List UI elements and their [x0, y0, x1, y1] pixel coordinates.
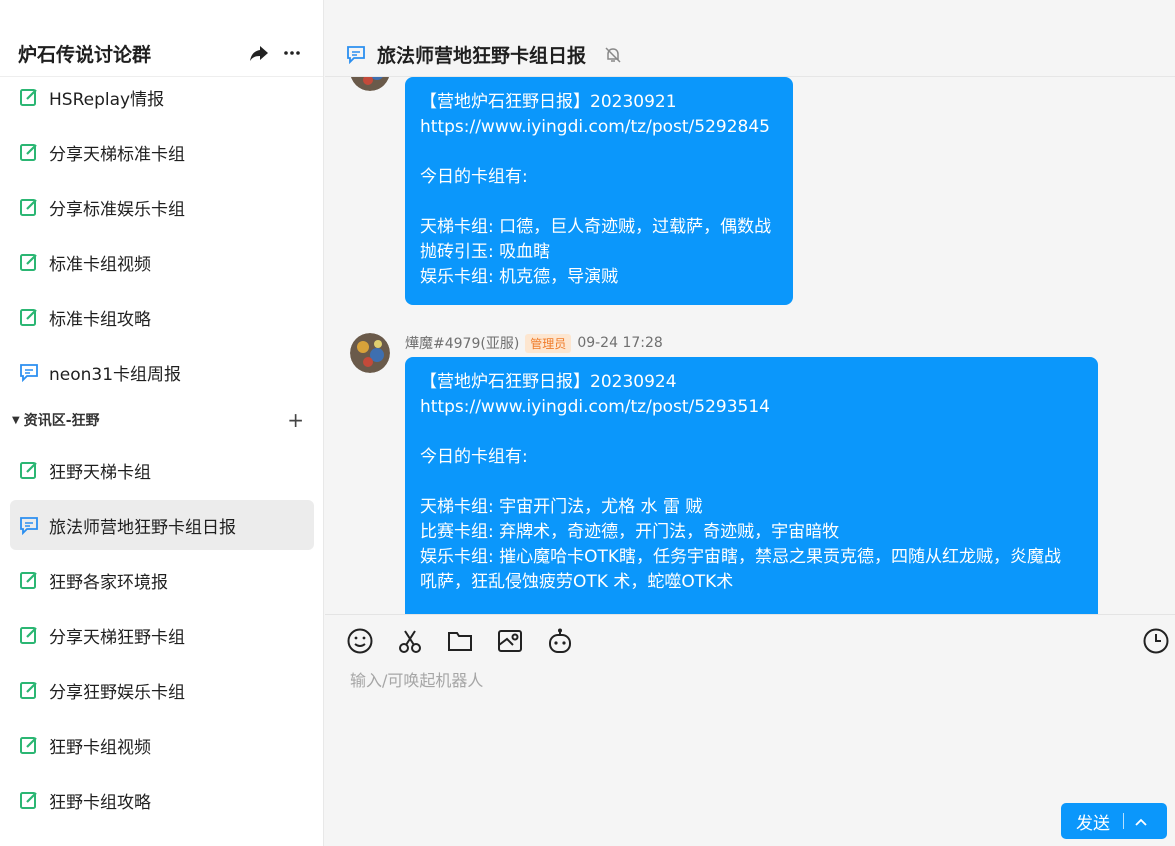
section-wild-news[interactable]: ▼ 资讯区-狂野 +: [10, 408, 314, 432]
channel-label: neon31卡组周报: [49, 364, 182, 385]
robot-icon[interactable]: [546, 627, 574, 655]
channel-wild-meta-report[interactable]: 狂野各家环境报: [10, 555, 314, 605]
more-icon[interactable]: [281, 42, 303, 64]
divider: [1123, 813, 1124, 829]
channel-standard-video[interactable]: 标准卡组视频: [10, 237, 314, 287]
note-edit-icon: [19, 197, 39, 217]
scissors-icon[interactable]: [396, 627, 424, 655]
note-edit-icon: [19, 87, 39, 107]
send-label: 发送: [1076, 813, 1110, 834]
emoji-icon[interactable]: [346, 627, 374, 655]
channel-label: 分享天梯狂野卡组: [49, 627, 185, 648]
avatar[interactable]: [350, 333, 390, 373]
channel-label: 标准卡组攻略: [49, 309, 151, 330]
composer: 输入/可唤起机器人 发送: [325, 614, 1175, 846]
channel-hsreplay[interactable]: HSReplay情报: [10, 72, 314, 122]
channel-label: 狂野卡组视频: [49, 737, 151, 758]
channel-wild-video[interactable]: 狂野卡组视频: [10, 720, 314, 770]
note-edit-icon: [19, 680, 39, 700]
message-list[interactable]: 【营地炉石狂野日报】20230921 https://www.iyingdi.c…: [325, 77, 1175, 614]
message-bubble[interactable]: 【营地炉石狂野日报】20230921 https://www.iyingdi.c…: [405, 77, 793, 305]
clock-icon[interactable]: [1142, 627, 1170, 655]
channel-share-wild-fun[interactable]: 分享狂野娱乐卡组: [10, 665, 314, 715]
message-time: 09-24 17:28: [577, 335, 663, 351]
caret-down-icon: ▼: [12, 414, 20, 426]
message-bubble[interactable]: 【营地炉石狂野日报】20230924 https://www.iyingdi.c…: [405, 357, 1098, 614]
note-edit-icon: [19, 735, 39, 755]
chat-main: 旅法师营地狂野卡组日报 【营地炉石狂野日报】20230921 https://w…: [325, 0, 1175, 846]
channel-wild-ladder[interactable]: 狂野天梯卡组: [10, 445, 314, 495]
channel-label: 狂野卡组攻略: [49, 792, 151, 813]
chat-icon: [346, 44, 366, 65]
channel-wild-guide[interactable]: 狂野卡组攻略: [10, 775, 314, 825]
sidebar-header: 炉石传说讨论群: [0, 0, 323, 77]
message-meta: 燁魔#4979(亚服) 管理员 09-24 17:28: [405, 333, 663, 353]
bell-muted-icon[interactable]: [603, 45, 623, 65]
chat-icon: [19, 515, 39, 535]
channel-standard-guide[interactable]: 标准卡组攻略: [10, 292, 314, 342]
channel-label: 分享狂野娱乐卡组: [49, 682, 185, 703]
note-edit-icon: [19, 460, 39, 480]
chevron-up-icon[interactable]: [1134, 814, 1148, 828]
message-input[interactable]: 输入/可唤起机器人: [350, 667, 483, 691]
channel-title: 旅法师营地狂野卡组日报: [377, 45, 587, 67]
channel-wild-daily-active[interactable]: 旅法师营地狂野卡组日报: [10, 500, 314, 550]
channel-share-standard-ladder[interactable]: 分享天梯标准卡组: [10, 127, 314, 177]
note-edit-icon: [19, 570, 39, 590]
sidebar: 炉石传说讨论群 HSReplay情报 分享天梯标准卡组 分享标准娱乐卡组 标准卡…: [0, 0, 324, 846]
group-title: 炉石传说讨论群: [18, 44, 152, 66]
image-icon[interactable]: [496, 627, 524, 655]
channel-label: 狂野各家环境报: [49, 572, 168, 593]
channel-neon31-weekly[interactable]: neon31卡组周报: [10, 347, 314, 397]
section-label: 资讯区-狂野: [23, 413, 100, 429]
chat-header: 旅法师营地狂野卡组日报: [325, 0, 1175, 77]
channel-label: 旅法师营地狂野卡组日报: [49, 517, 236, 538]
channel-share-standard-fun[interactable]: 分享标准娱乐卡组: [10, 182, 314, 232]
channel-label: 狂野天梯卡组: [49, 462, 151, 483]
channel-label: HSReplay情报: [49, 89, 165, 110]
send-button[interactable]: 发送: [1061, 803, 1167, 839]
channel-share-wild-ladder[interactable]: 分享天梯狂野卡组: [10, 610, 314, 660]
share-icon[interactable]: [248, 42, 270, 64]
author-name[interactable]: 燁魔#4979(亚服): [405, 333, 519, 353]
note-edit-icon: [19, 252, 39, 272]
note-edit-icon: [19, 142, 39, 162]
channel-label: 分享天梯标准卡组: [49, 144, 185, 165]
channel-label: 标准卡组视频: [49, 254, 151, 275]
folder-icon[interactable]: [446, 627, 474, 655]
admin-badge: 管理员: [525, 333, 572, 353]
note-edit-icon: [19, 790, 39, 810]
note-edit-icon: [19, 625, 39, 645]
avatar[interactable]: [350, 77, 390, 91]
chat-icon: [19, 362, 39, 382]
channel-label: 分享标准娱乐卡组: [49, 199, 185, 220]
add-channel-button[interactable]: +: [287, 408, 304, 432]
note-edit-icon: [19, 307, 39, 327]
